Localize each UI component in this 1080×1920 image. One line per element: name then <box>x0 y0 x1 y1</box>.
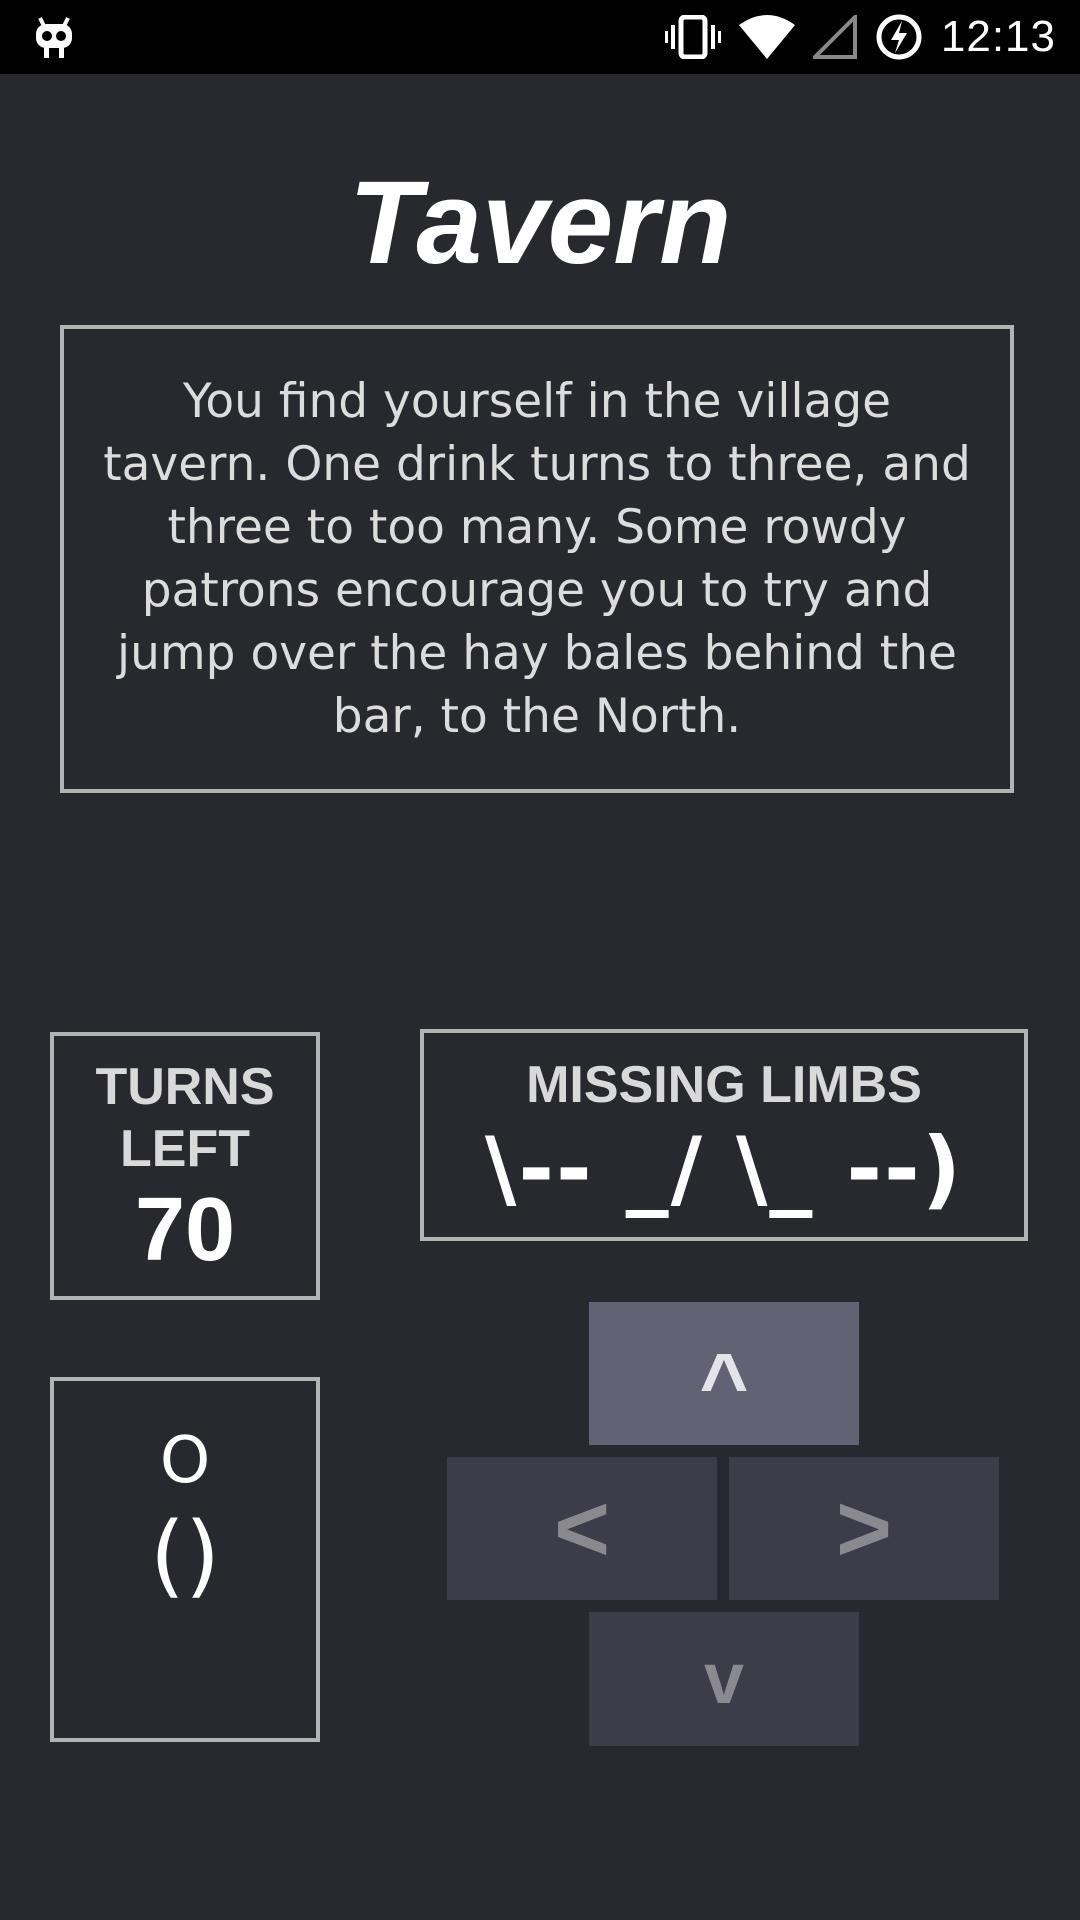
missing-limbs-label: MISSING LIMBS <box>526 1056 922 1114</box>
character-body: () <box>149 1503 221 1608</box>
status-bar: 12:13 <box>0 0 1080 74</box>
wifi-icon <box>738 15 795 59</box>
description-box: You find yourself in the village tavern.… <box>60 325 1014 793</box>
move-north-button[interactable]: ^ <box>589 1302 859 1445</box>
turns-left-label: TURNS LEFT <box>95 1058 275 1178</box>
move-east-button[interactable]: > <box>729 1457 999 1600</box>
clock: 12:13 <box>940 12 1056 61</box>
character-head: O <box>159 1424 211 1498</box>
location-title: Tavern <box>348 157 732 289</box>
character-panel: O () <box>50 1377 320 1742</box>
missing-limbs-panel: MISSING LIMBS \-- _/ \_ --) <box>420 1029 1028 1241</box>
app-screen: 12:13 Tavern You find yourself in the vi… <box>0 0 1080 1920</box>
move-south-button[interactable]: v <box>589 1612 859 1746</box>
location-description: You find yourself in the village tavern.… <box>103 374 971 744</box>
move-west-button[interactable]: < <box>447 1457 717 1600</box>
turns-left-value: 70 <box>134 1180 236 1280</box>
missing-limbs-value: \-- _/ \_ --) <box>484 1119 964 1219</box>
status-icons: 12:13 <box>647 0 1056 74</box>
turns-left-panel: TURNS LEFT 70 <box>50 1032 320 1300</box>
battery-charging-icon <box>876 14 922 60</box>
vibrate-icon <box>664 15 721 59</box>
signal-icon <box>812 15 857 59</box>
android-robot-icon <box>36 17 72 58</box>
